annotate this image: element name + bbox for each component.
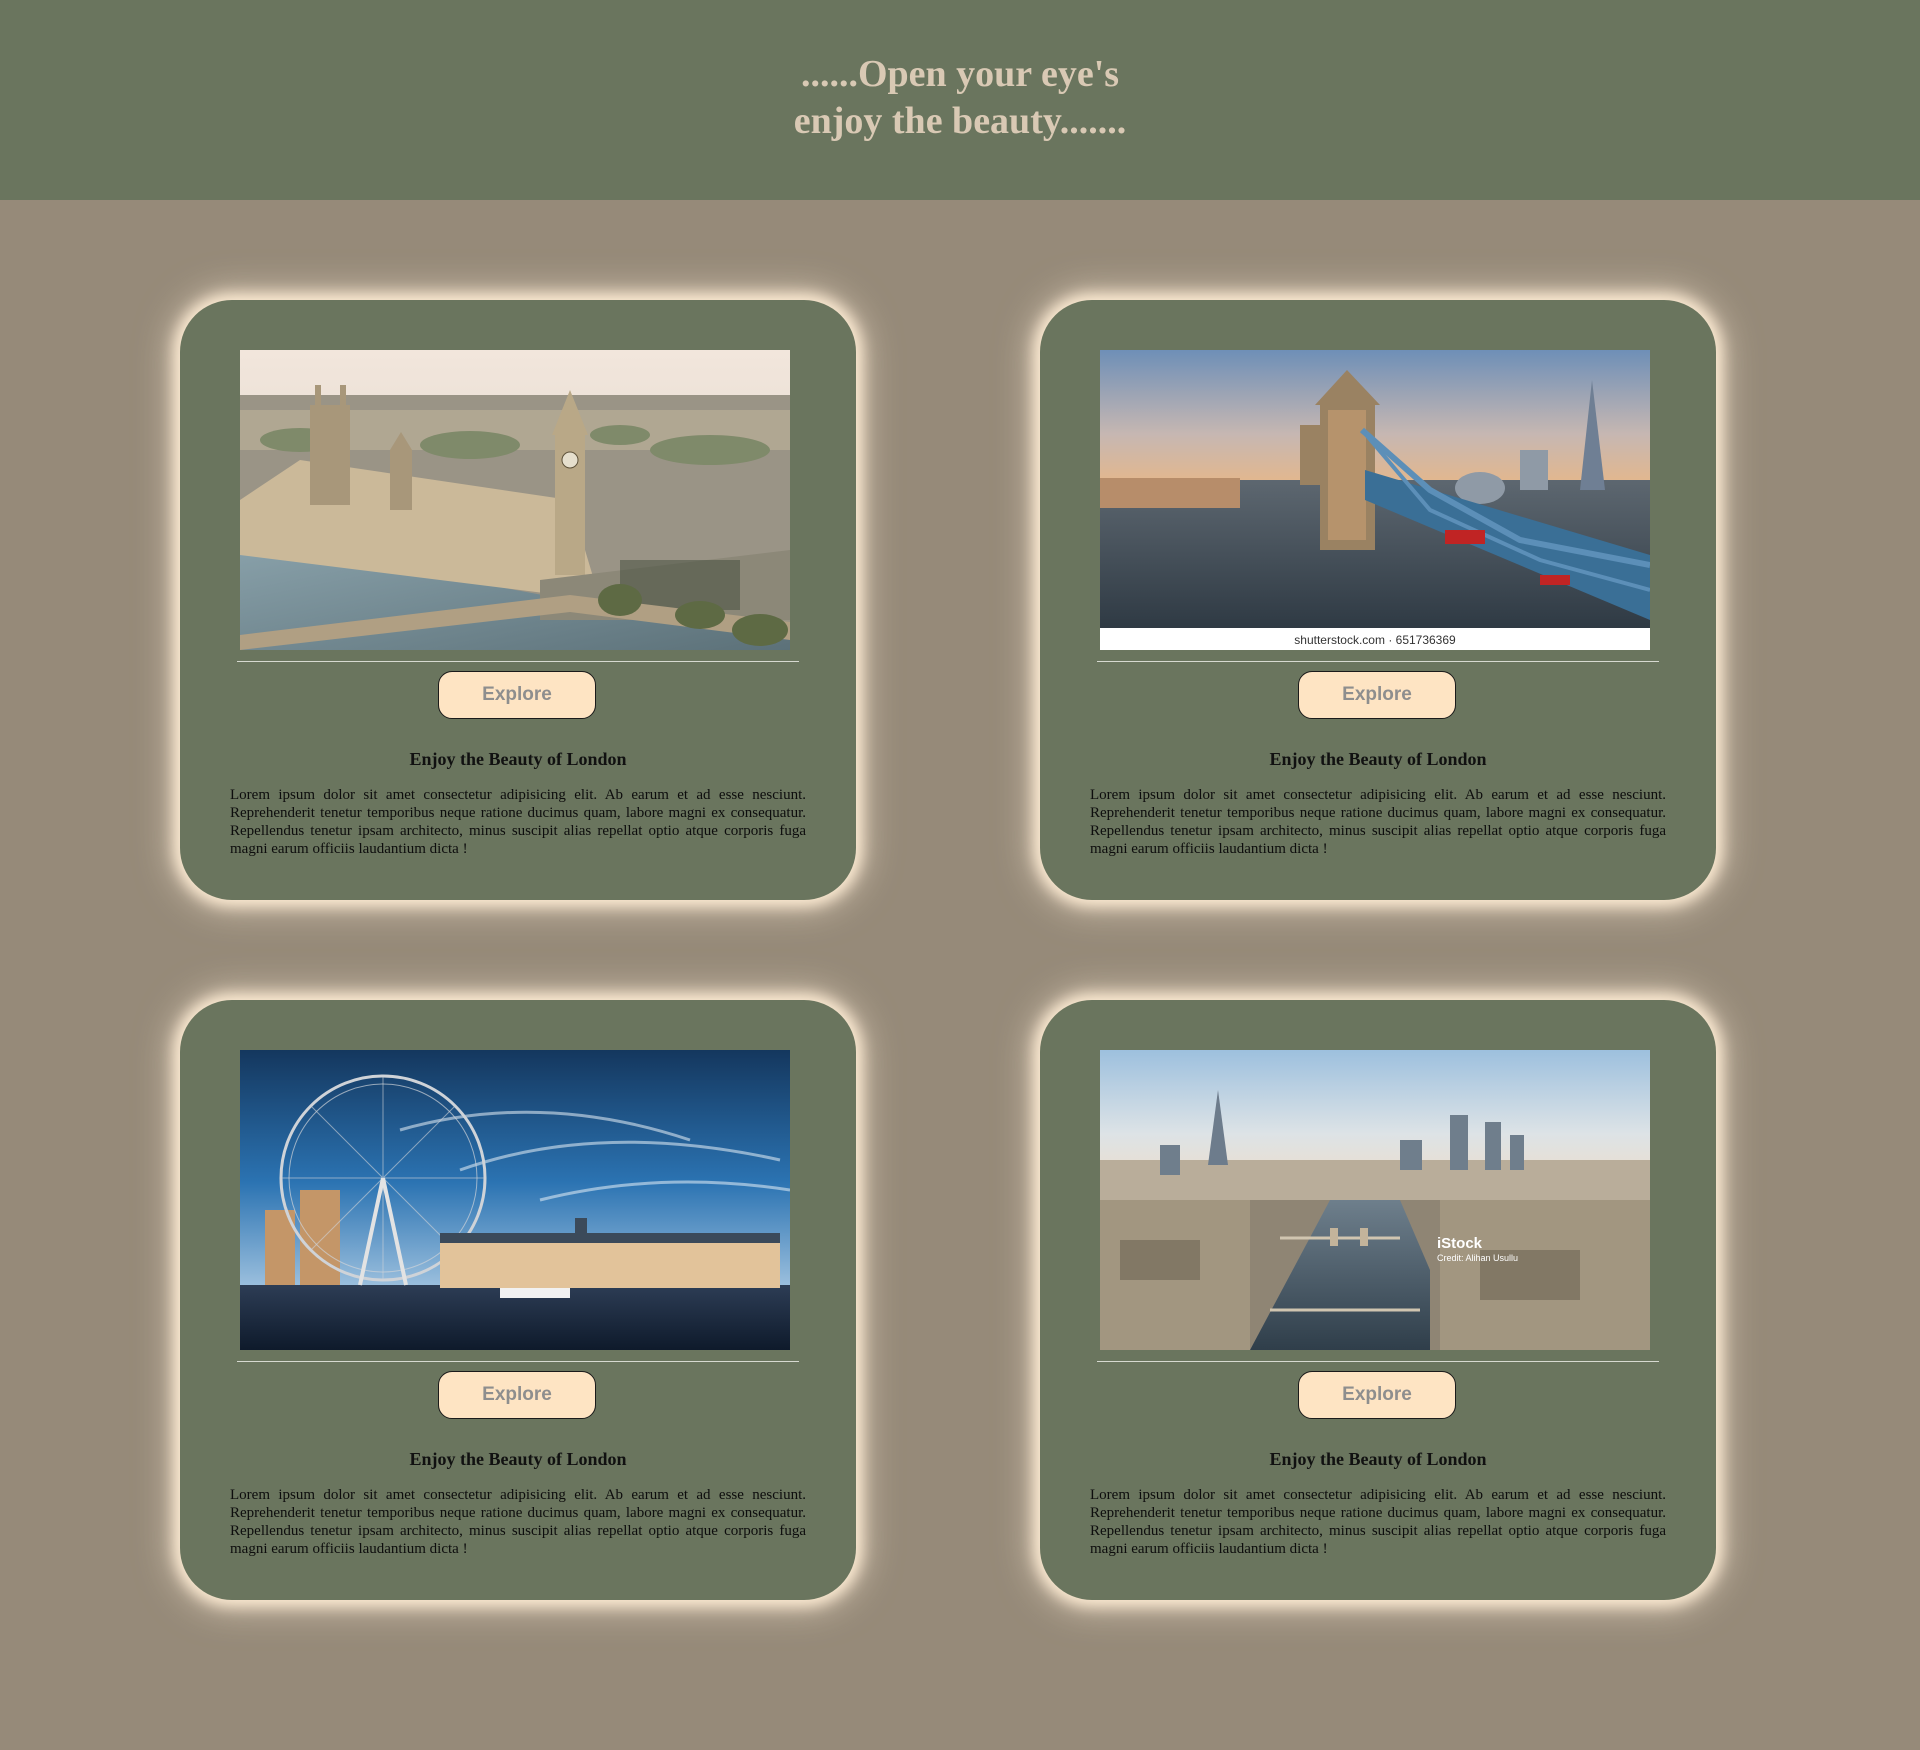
card-title: Enjoy the Beauty of London	[1269, 1449, 1487, 1469]
card-title: Enjoy the Beauty of London	[409, 1449, 627, 1469]
card-description: Lorem ipsum dolor sit amet consectetur a…	[230, 787, 806, 857]
card-divider	[1097, 661, 1659, 662]
card-title: Enjoy the Beauty of London	[1269, 749, 1487, 769]
header-title-line-1: ......Open your eye's	[800, 53, 1120, 95]
shutterstock-caption: shutterstock.com · 651736369	[1294, 633, 1456, 647]
card-thames-aerial: iStock Credit: Alihan Usullu Explore Enj…	[1040, 1000, 1716, 1600]
card-divider	[237, 661, 799, 662]
header-title: ......Open your eye's enjoy the beauty..…	[794, 51, 1127, 145]
explore-button[interactable]: Explore	[1298, 671, 1456, 719]
explore-button[interactable]: Explore	[438, 1371, 596, 1419]
card-title: Enjoy the Beauty of London	[409, 749, 627, 769]
istock-watermark: iStock	[1437, 1235, 1483, 1252]
card-divider	[1097, 1361, 1659, 1362]
explore-button[interactable]: Explore	[438, 671, 596, 719]
istock-credit: Credit: Alihan Usullu	[1437, 1253, 1518, 1263]
london-eye-image	[240, 1050, 790, 1350]
card-london-eye: Explore Enjoy the Beauty of London Lorem…	[180, 1000, 856, 1600]
card-description: Lorem ipsum dolor sit amet consectetur a…	[1090, 1487, 1666, 1557]
explore-button[interactable]: Explore	[1298, 1371, 1456, 1419]
card-divider	[237, 1361, 799, 1362]
thames-aerial-image: iStock Credit: Alihan Usullu	[1100, 1050, 1650, 1350]
card-tower-bridge: shutterstock.com · 651736369 Explore Enj…	[1040, 300, 1716, 900]
card-westminster: Explore Enjoy the Beauty of London Lorem…	[180, 300, 856, 900]
card-description: Lorem ipsum dolor sit amet consectetur a…	[1090, 787, 1666, 857]
westminster-image	[240, 350, 790, 650]
card-description: Lorem ipsum dolor sit amet consectetur a…	[230, 1487, 806, 1557]
page-header: ......Open your eye's enjoy the beauty..…	[0, 0, 1920, 200]
tower-bridge-image: shutterstock.com · 651736369	[1100, 350, 1650, 650]
header-title-line-2: enjoy the beauty.......	[793, 100, 1127, 142]
